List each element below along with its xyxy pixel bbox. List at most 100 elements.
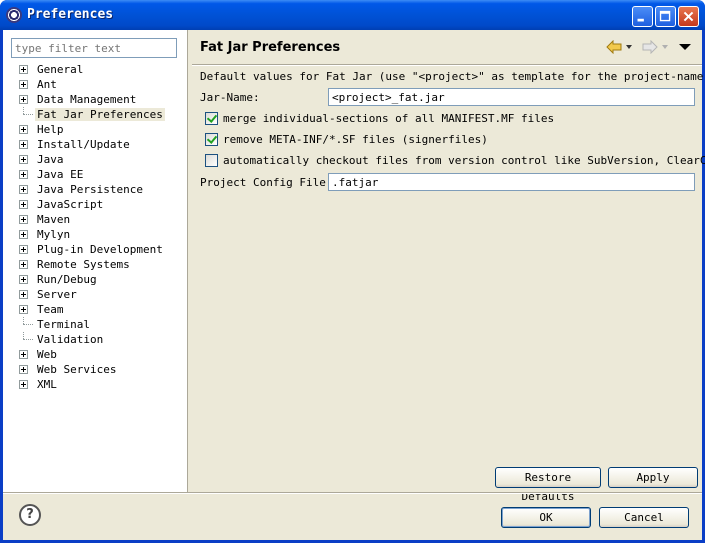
project-config-label: Project Config File: xyxy=(200,176,333,189)
expand-icon[interactable] xyxy=(19,125,28,134)
preference-page: Fat Jar Preferences Default values for F… xyxy=(192,30,705,503)
tree-item-label: Maven xyxy=(37,213,71,226)
tree-item-remote-systems[interactable]: Remote Systems xyxy=(17,257,185,272)
expand-icon[interactable] xyxy=(19,200,28,209)
footer-separator xyxy=(3,492,702,494)
help-icon[interactable]: ? xyxy=(19,504,41,526)
tree-item-general[interactable]: General xyxy=(17,62,185,77)
project-config-input[interactable] xyxy=(328,173,695,191)
tree-item-label: Server xyxy=(37,288,77,301)
expand-icon[interactable] xyxy=(19,155,28,164)
tree-connector xyxy=(23,317,24,324)
expand-icon[interactable] xyxy=(19,185,28,194)
minimize-icon xyxy=(637,18,644,22)
apply-button[interactable]: Apply xyxy=(608,467,698,488)
tree-item-label: Fat Jar Preferences xyxy=(35,108,165,121)
tree-item-label: Java xyxy=(37,153,64,166)
tree-item-javascript[interactable]: JavaScript xyxy=(17,197,185,212)
tree-item-data-management[interactable]: Data Management xyxy=(17,92,185,107)
back-dropdown-icon[interactable] xyxy=(626,45,632,49)
back-arrow-icon[interactable] xyxy=(606,40,622,54)
maximize-button[interactable] xyxy=(655,6,676,27)
ok-button[interactable]: OK xyxy=(501,507,591,528)
tree-connector xyxy=(23,339,33,340)
header-separator xyxy=(192,64,702,66)
tree-connector xyxy=(23,332,24,339)
tree-item-java-ee[interactable]: Java EE xyxy=(17,167,185,182)
tree-item-xml[interactable]: XML xyxy=(17,377,185,392)
tree-item-mylyn[interactable]: Mylyn xyxy=(17,227,185,242)
window-title: Preferences xyxy=(27,7,114,22)
close-icon xyxy=(683,11,694,22)
remove-signerfiles-label: remove META-INF/*.SF files (signerfiles) xyxy=(223,133,488,146)
tree-item-fat-jar-preferences[interactable]: Fat Jar Preferences xyxy=(17,107,185,122)
tree-item-web[interactable]: Web xyxy=(17,347,185,362)
tree-item-label: Java Persistence xyxy=(37,183,143,196)
expand-icon[interactable] xyxy=(19,230,28,239)
tree-item-maven[interactable]: Maven xyxy=(17,212,185,227)
tree-item-label: Help xyxy=(37,123,64,136)
expand-icon[interactable] xyxy=(19,170,28,179)
tree-item-team[interactable]: Team xyxy=(17,302,185,317)
tree-item-label: Terminal xyxy=(37,318,90,331)
page-header: Fat Jar Preferences xyxy=(192,30,702,64)
restore-defaults-button[interactable]: Restore Defaults xyxy=(495,467,601,503)
tree-item-help[interactable]: Help xyxy=(17,122,185,137)
maximize-icon xyxy=(659,10,671,22)
tree-item-label: Validation xyxy=(37,333,104,346)
tree-item-label: Data Management xyxy=(37,93,137,106)
title-bar[interactable]: Preferences xyxy=(0,0,705,30)
remove-signerfiles-checkbox[interactable] xyxy=(205,133,218,146)
expand-icon[interactable] xyxy=(19,290,28,299)
expand-icon[interactable] xyxy=(19,350,28,359)
tree-item-java[interactable]: Java xyxy=(17,152,185,167)
expand-icon[interactable] xyxy=(19,275,28,284)
cancel-button[interactable]: Cancel xyxy=(599,507,689,528)
expand-icon[interactable] xyxy=(19,140,28,149)
preference-tree: General Ant Data Management Fat Jar Prefere… xyxy=(17,62,185,392)
tree-item-java-persistence[interactable]: Java Persistence xyxy=(17,182,185,197)
tree-item-label: Team xyxy=(37,303,64,316)
auto-checkout-checkbox[interactable] xyxy=(205,154,218,167)
tree-item-validation[interactable]: Validation xyxy=(17,332,185,347)
expand-icon[interactable] xyxy=(19,305,28,314)
expand-icon[interactable] xyxy=(19,380,28,389)
forward-arrow-icon[interactable] xyxy=(642,40,658,54)
tree-item-label: General xyxy=(37,63,84,76)
expand-icon[interactable] xyxy=(19,365,28,374)
tree-item-ant[interactable]: Ant xyxy=(17,77,185,92)
expand-icon[interactable] xyxy=(19,95,28,104)
jar-name-label: Jar-Name: xyxy=(200,91,260,104)
tree-item-plug-in-development[interactable]: Plug-in Development xyxy=(17,242,185,257)
tree-item-label: XML xyxy=(37,378,57,391)
tree-connector xyxy=(23,114,33,115)
expand-icon[interactable] xyxy=(19,245,28,254)
tree-item-run-debug[interactable]: Run/Debug xyxy=(17,272,185,287)
eclipse-icon xyxy=(6,7,22,23)
close-button[interactable] xyxy=(678,6,699,27)
filter-input[interactable] xyxy=(11,38,177,58)
page-title: Fat Jar Preferences xyxy=(200,40,341,55)
tree-connector xyxy=(23,324,33,325)
tree-item-install-update[interactable]: Install/Update xyxy=(17,137,185,152)
tree-item-label: Run/Debug xyxy=(37,273,97,286)
expand-icon[interactable] xyxy=(19,215,28,224)
expand-icon[interactable] xyxy=(19,65,28,74)
merge-manifest-label: merge individual-sections of all MANIFES… xyxy=(223,112,555,125)
tree-item-terminal[interactable]: Terminal xyxy=(17,317,185,332)
page-description: Default values for Fat Jar (use "<projec… xyxy=(200,70,705,83)
tree-item-web-services[interactable]: Web Services xyxy=(17,362,185,377)
tree-item-server[interactable]: Server xyxy=(17,287,185,302)
tree-item-label: Mylyn xyxy=(37,228,71,241)
merge-manifest-checkbox[interactable] xyxy=(205,112,218,125)
tree-item-label: Plug-in Development xyxy=(37,243,163,256)
minimize-button[interactable] xyxy=(632,6,653,27)
forward-dropdown-icon[interactable] xyxy=(662,45,668,49)
tree-connector xyxy=(23,107,24,114)
auto-checkout-label: automatically checkout files from versio… xyxy=(223,154,705,167)
expand-icon[interactable] xyxy=(19,260,28,269)
view-menu-icon[interactable] xyxy=(679,44,691,50)
tree-item-label: Remote Systems xyxy=(37,258,130,271)
expand-icon[interactable] xyxy=(19,80,28,89)
jar-name-input[interactable] xyxy=(328,88,695,106)
